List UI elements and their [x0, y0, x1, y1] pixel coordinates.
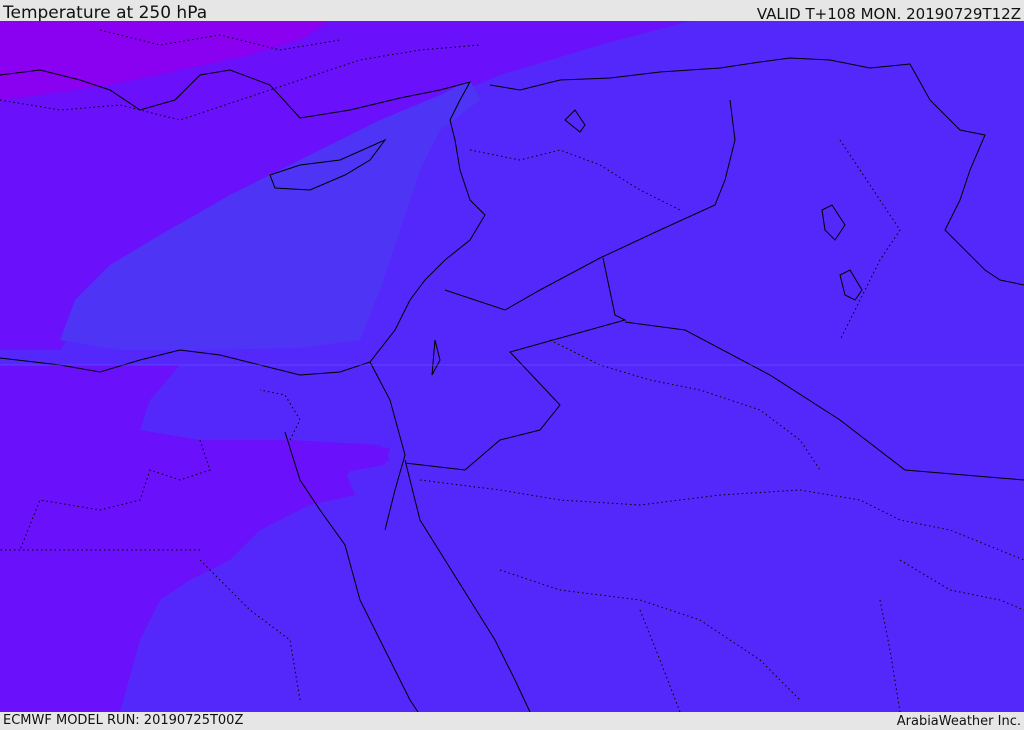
footer-bar: ECMWF MODEL RUN: 20190725T00Z ArabiaWeat… [0, 712, 1024, 729]
credit-label: ArabiaWeather Inc. [896, 714, 1021, 729]
model-run-label: ECMWF MODEL RUN: 20190725T00Z [3, 713, 244, 728]
temperature-map [0, 21, 1024, 712]
header-bar: Temperature at 250 hPa VALID T+108 MON. … [0, 0, 1024, 23]
map-title: Temperature at 250 hPa [3, 3, 208, 23]
